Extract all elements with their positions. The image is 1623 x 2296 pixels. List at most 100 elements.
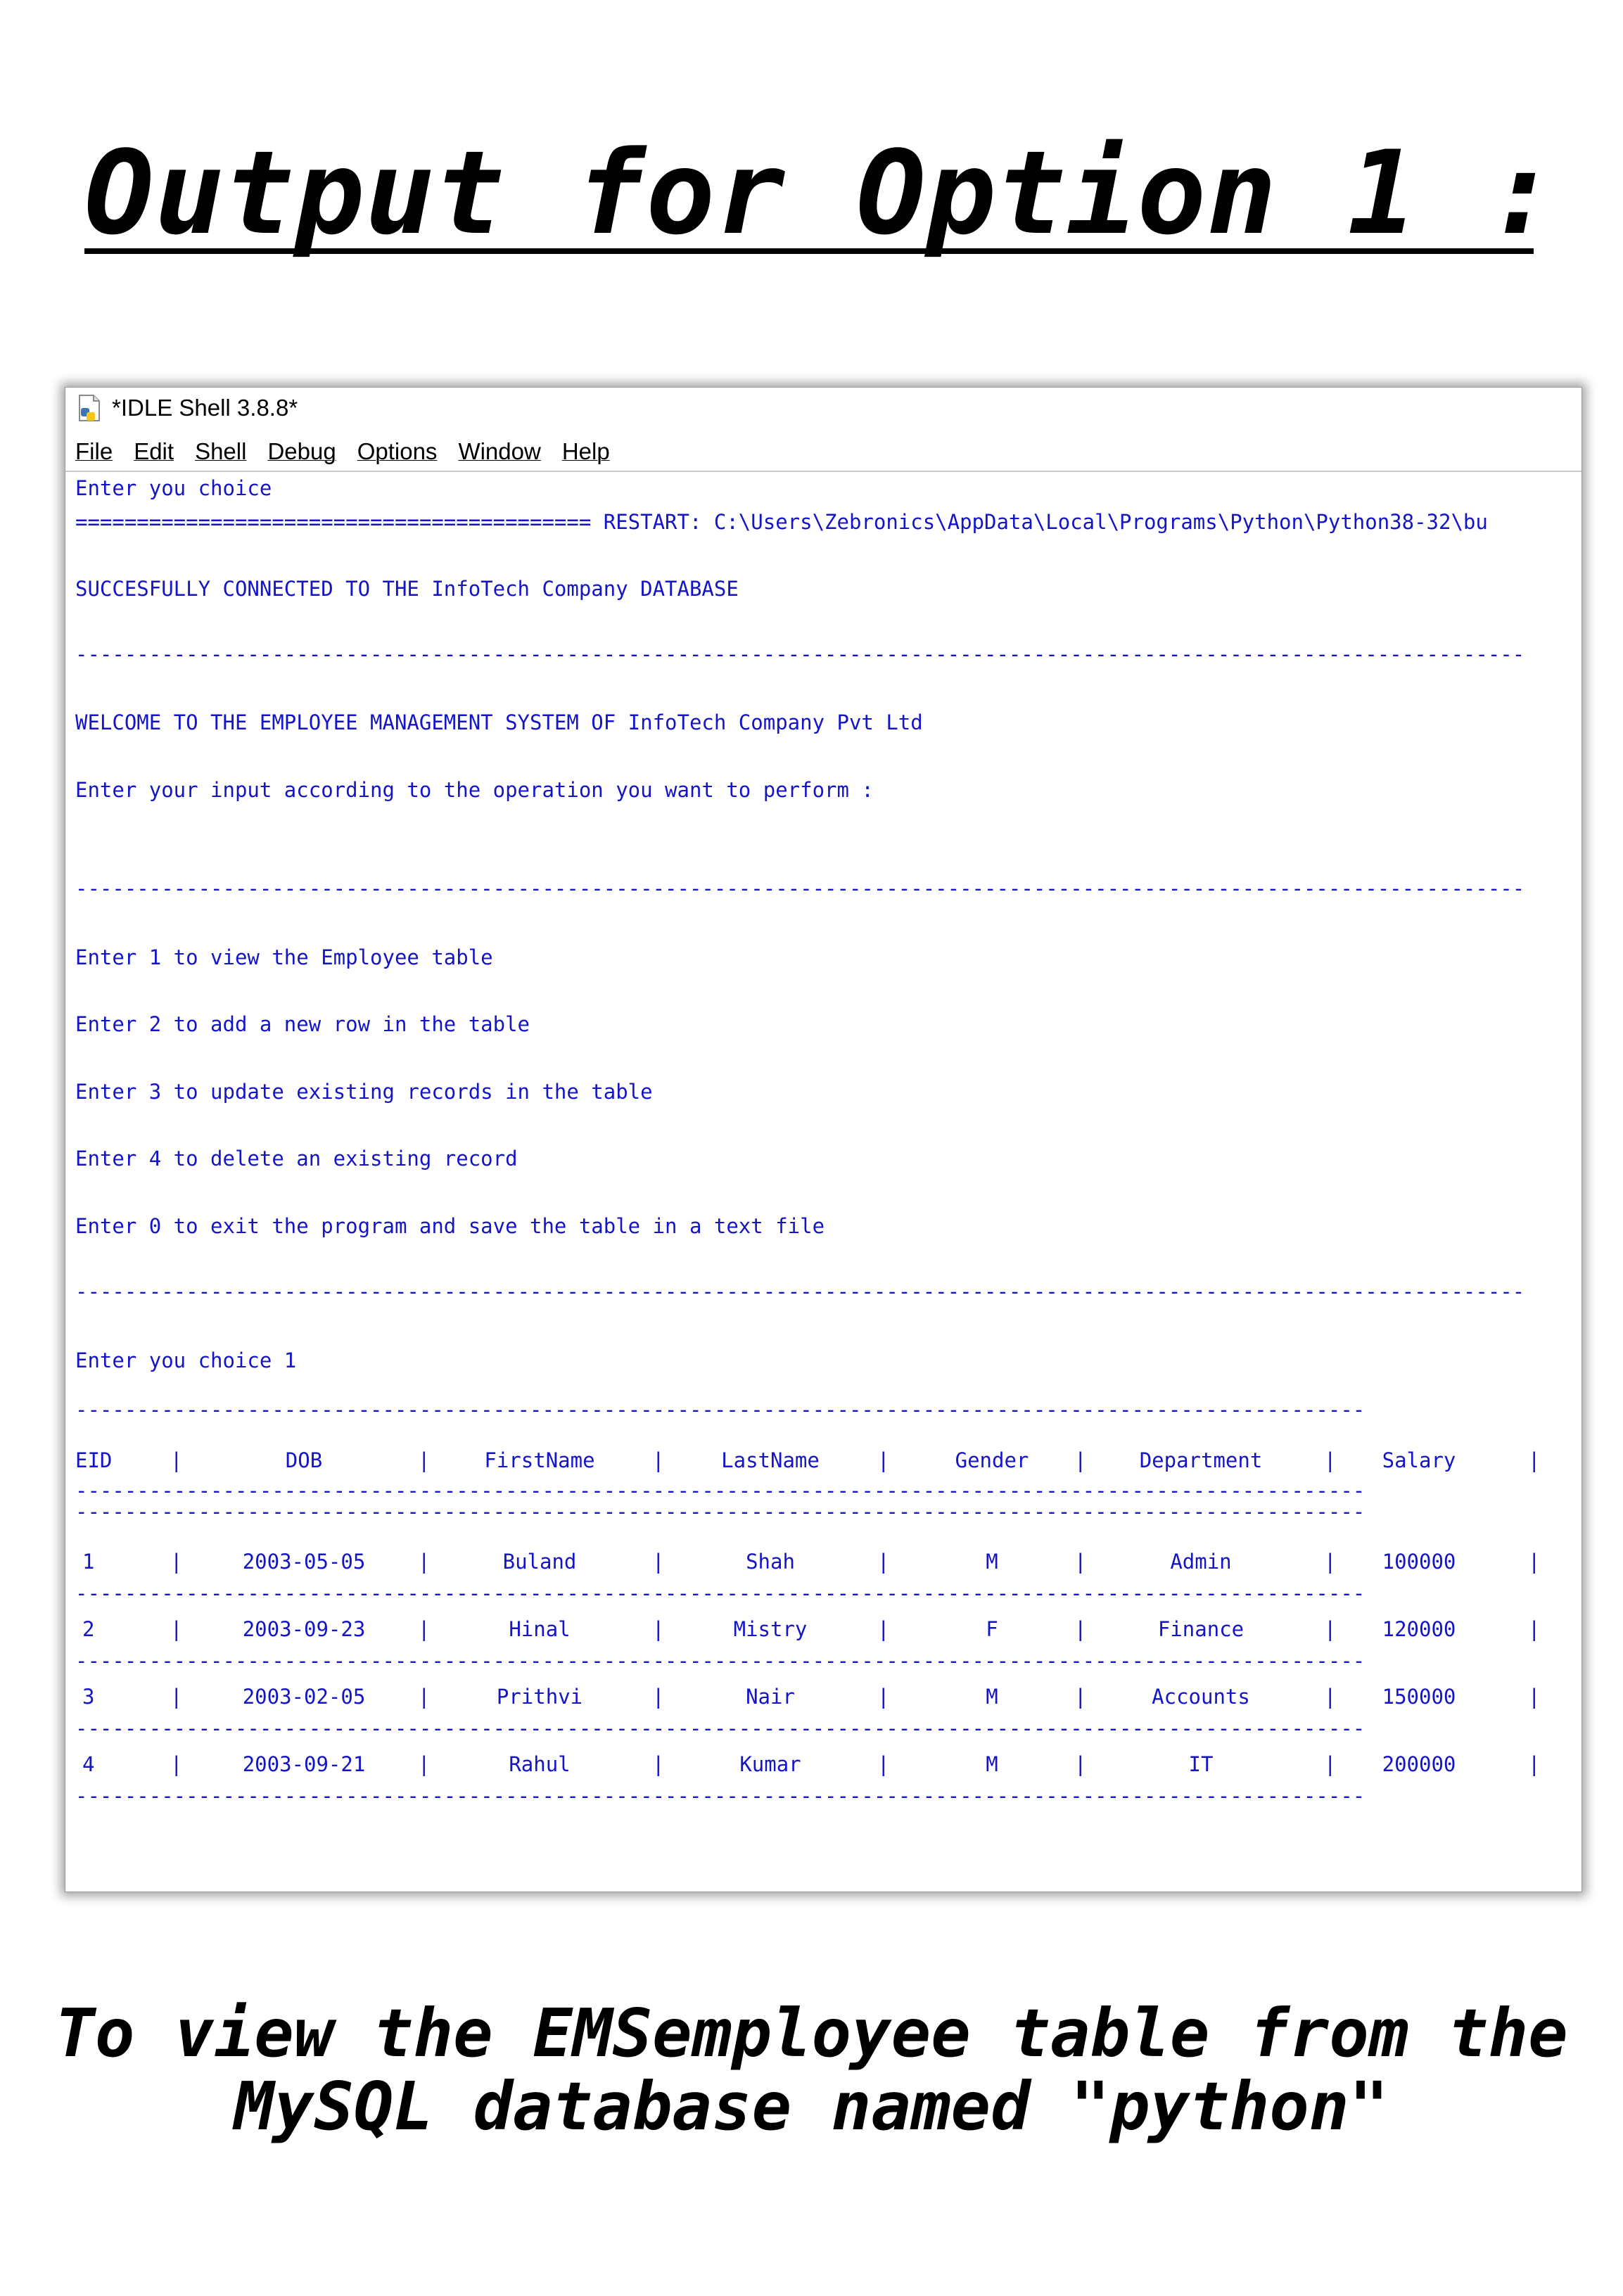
menu-shell[interactable]: Shell <box>195 438 246 465</box>
caption-line-1: To view the EMSemployee table from the <box>55 1996 1568 2072</box>
cell-dob: 2003-09-21 <box>242 1752 366 1776</box>
column-separator: | <box>1074 1448 1087 1472</box>
column-separator: | <box>1528 1550 1541 1574</box>
menu-edit[interactable]: Edit <box>134 438 174 465</box>
column-separator: | <box>1528 1617 1541 1641</box>
column-separator: | <box>1324 1685 1337 1709</box>
cell-lastname: Shah <box>746 1550 795 1574</box>
shell-console[interactable]: Enter you choice =======================… <box>75 476 1581 1892</box>
cell-department: IT <box>1188 1752 1214 1776</box>
column-header-eid: EID <box>75 1448 113 1472</box>
column-header-department: Department <box>1139 1448 1263 1472</box>
column-separator: | <box>170 1685 183 1709</box>
operation-prompt: Enter your input according to the operat… <box>75 778 874 802</box>
dash-separator: ----------------------------------------… <box>75 1280 1525 1303</box>
column-separator: | <box>1074 1550 1087 1574</box>
cell-gender: M <box>986 1685 998 1709</box>
heading-underline <box>84 248 1534 254</box>
table-rule: ----------------------------------------… <box>75 1581 1366 1605</box>
cell-salary: 200000 <box>1382 1752 1456 1776</box>
column-separator: | <box>652 1448 665 1472</box>
table-rule: ----------------------------------------… <box>75 1500 1366 1524</box>
option-1: Enter 1 to view the Employee table <box>75 945 493 969</box>
python-file-icon <box>75 394 103 422</box>
option-0: Enter 0 to exit the program and save the… <box>75 1214 825 1238</box>
table-row: 2 2003-09-23 Hinal Mistry F Finance 120000 | | | |… <box>75 1617 1553 1645</box>
cell-eid: 3 <box>82 1685 95 1709</box>
column-separator: | <box>877 1448 890 1472</box>
cell-eid: 1 <box>82 1550 95 1574</box>
column-header-gender: Gender <box>955 1448 1029 1472</box>
column-header-lastname: LastName <box>721 1448 820 1472</box>
menu-file[interactable]: File <box>75 438 113 465</box>
column-header-dob: DOB <box>285 1448 323 1472</box>
restart-banner: ========================================… <box>75 510 1488 534</box>
column-separator: | <box>1528 1448 1541 1472</box>
cell-salary: 150000 <box>1382 1685 1456 1709</box>
cell-department: Accounts <box>1152 1685 1250 1709</box>
menu-debug[interactable]: Debug <box>267 438 336 465</box>
column-separator: | <box>1324 1550 1337 1574</box>
caption: To view the EMSemployee table from the M… <box>0 1998 1623 2144</box>
dash-separator: ----------------------------------------… <box>75 642 1525 666</box>
cell-gender: M <box>986 1550 998 1574</box>
column-separator: | <box>418 1550 431 1574</box>
cell-firstname: Buland <box>502 1550 577 1574</box>
column-separator: | <box>652 1685 665 1709</box>
welcome-message: WELCOME TO THE EMPLOYEE MANAGEMENT SYSTE… <box>75 710 923 734</box>
column-separator: | <box>1324 1617 1337 1641</box>
menu-help[interactable]: Help <box>562 438 610 465</box>
menu-window[interactable]: Window <box>458 438 540 465</box>
cell-lastname: Mistry <box>733 1617 808 1641</box>
column-separator: | <box>170 1550 183 1574</box>
column-separator: | <box>1074 1617 1087 1641</box>
window-title: *IDLE Shell 3.8.8* <box>112 395 298 421</box>
caption-line-2: MySQL database named "python" <box>234 2069 1389 2145</box>
cell-department: Finance <box>1157 1617 1245 1641</box>
cell-gender: F <box>986 1617 998 1641</box>
option-2: Enter 2 to add a new row in the table <box>75 1012 530 1036</box>
column-separator: | <box>1528 1685 1541 1709</box>
cell-dob: 2003-09-23 <box>242 1617 366 1641</box>
table-rule: ----------------------------------------… <box>75 1649 1366 1673</box>
option-4: Enter 4 to delete an existing record <box>75 1147 518 1171</box>
cell-salary: 120000 <box>1382 1617 1456 1641</box>
column-separator: | <box>877 1617 890 1641</box>
column-separator: | <box>1074 1685 1087 1709</box>
console-line: Enter you choice <box>75 476 272 500</box>
column-separator: | <box>418 1685 431 1709</box>
table-rule: ----------------------------------------… <box>75 1784 1366 1808</box>
idle-shell-window: *IDLE Shell 3.8.8* File Edit Shell Debug… <box>65 387 1582 1892</box>
cell-gender: M <box>986 1752 998 1776</box>
cell-lastname: Nair <box>746 1685 795 1709</box>
column-separator: | <box>652 1550 665 1574</box>
cell-salary: 100000 <box>1382 1550 1456 1574</box>
column-separator: | <box>1074 1752 1087 1776</box>
column-separator: | <box>170 1752 183 1776</box>
table-rule: ----------------------------------------… <box>75 1716 1366 1740</box>
cell-lastname: Kumar <box>739 1752 801 1776</box>
table-row: 1 2003-05-05 Buland Shah M Admin 100000 | | | | | | | <box>75 1550 1553 1578</box>
column-separator: | <box>652 1752 665 1776</box>
cell-eid: 4 <box>82 1752 95 1776</box>
cell-department: Admin <box>1170 1550 1232 1574</box>
column-separator: | <box>1528 1752 1541 1776</box>
title-bar[interactable]: *IDLE Shell 3.8.8* <box>65 388 1581 428</box>
column-separator: | <box>652 1617 665 1641</box>
cell-firstname: Hinal <box>509 1617 571 1641</box>
table-header-row: EID DOB FirstName LastName Gender Department S… <box>75 1448 1553 1477</box>
menu-options[interactable]: Options <box>357 438 438 465</box>
user-choice: Enter you choice 1 <box>75 1348 297 1372</box>
column-separator: | <box>418 1752 431 1776</box>
cell-firstname: Rahul <box>509 1752 571 1776</box>
connected-message: SUCCESFULLY CONNECTED TO THE InfoTech Co… <box>75 577 739 601</box>
cell-eid: 2 <box>82 1617 95 1641</box>
menu-bar: File Edit Shell Debug Options Window Hel… <box>65 433 1581 472</box>
table-rule: ----------------------------------------… <box>75 1398 1366 1422</box>
column-separator: | <box>170 1448 183 1472</box>
table-rule: ----------------------------------------… <box>75 1479 1366 1503</box>
option-3: Enter 3 to update existing records in th… <box>75 1080 653 1104</box>
cell-dob: 2003-02-05 <box>242 1685 366 1709</box>
table-row: 4 2003-09-21 Rahul Kumar M IT 200000 | | | | | | | <box>75 1752 1553 1780</box>
column-separator: | <box>877 1752 890 1776</box>
